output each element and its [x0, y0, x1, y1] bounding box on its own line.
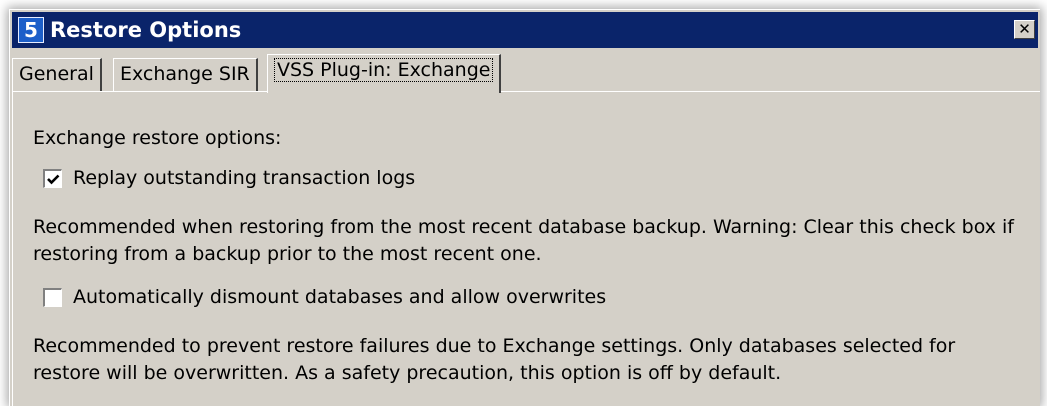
replay-logs-label[interactable]: Replay outstanding transaction logs	[73, 164, 415, 192]
replay-logs-description-line1: Recommended when restoring from the most…	[33, 216, 1014, 238]
tab-exchange-sir[interactable]: Exchange SIR	[113, 58, 258, 91]
checkmark-icon	[47, 174, 60, 185]
section-heading: Exchange restore options:	[33, 127, 282, 149]
tab-strip: General Exchange SIR VSS Plug-in: Exchan…	[12, 52, 1040, 93]
close-button[interactable]: ✕	[1014, 20, 1035, 39]
app-icon: 5	[18, 17, 44, 43]
dismount-description-line1: Recommended to prevent restore failures …	[33, 335, 956, 357]
window-title: Restore Options	[50, 18, 242, 42]
tab-general[interactable]: General	[12, 58, 102, 91]
close-icon: ✕	[1018, 20, 1031, 38]
title-bar[interactable]: 5 Restore Options ✕	[12, 12, 1038, 48]
tab-vss-plugin-exchange[interactable]: VSS Plug-in: Exchange	[267, 54, 502, 93]
restore-options-dialog: 5 Restore Options ✕ General Exchange SIR…	[9, 9, 1040, 406]
replay-logs-checkbox[interactable]	[43, 169, 62, 188]
dismount-databases-label[interactable]: Automatically dismount databases and all…	[73, 283, 606, 311]
dismount-databases-checkbox[interactable]	[43, 288, 62, 307]
dismount-description-line2: restore will be overwritten. As a safety…	[33, 362, 782, 384]
tab-panel: Exchange restore options: Replay outstan…	[12, 91, 1040, 406]
replay-logs-description-line2: restoring from a backup prior to the mos…	[33, 243, 542, 265]
